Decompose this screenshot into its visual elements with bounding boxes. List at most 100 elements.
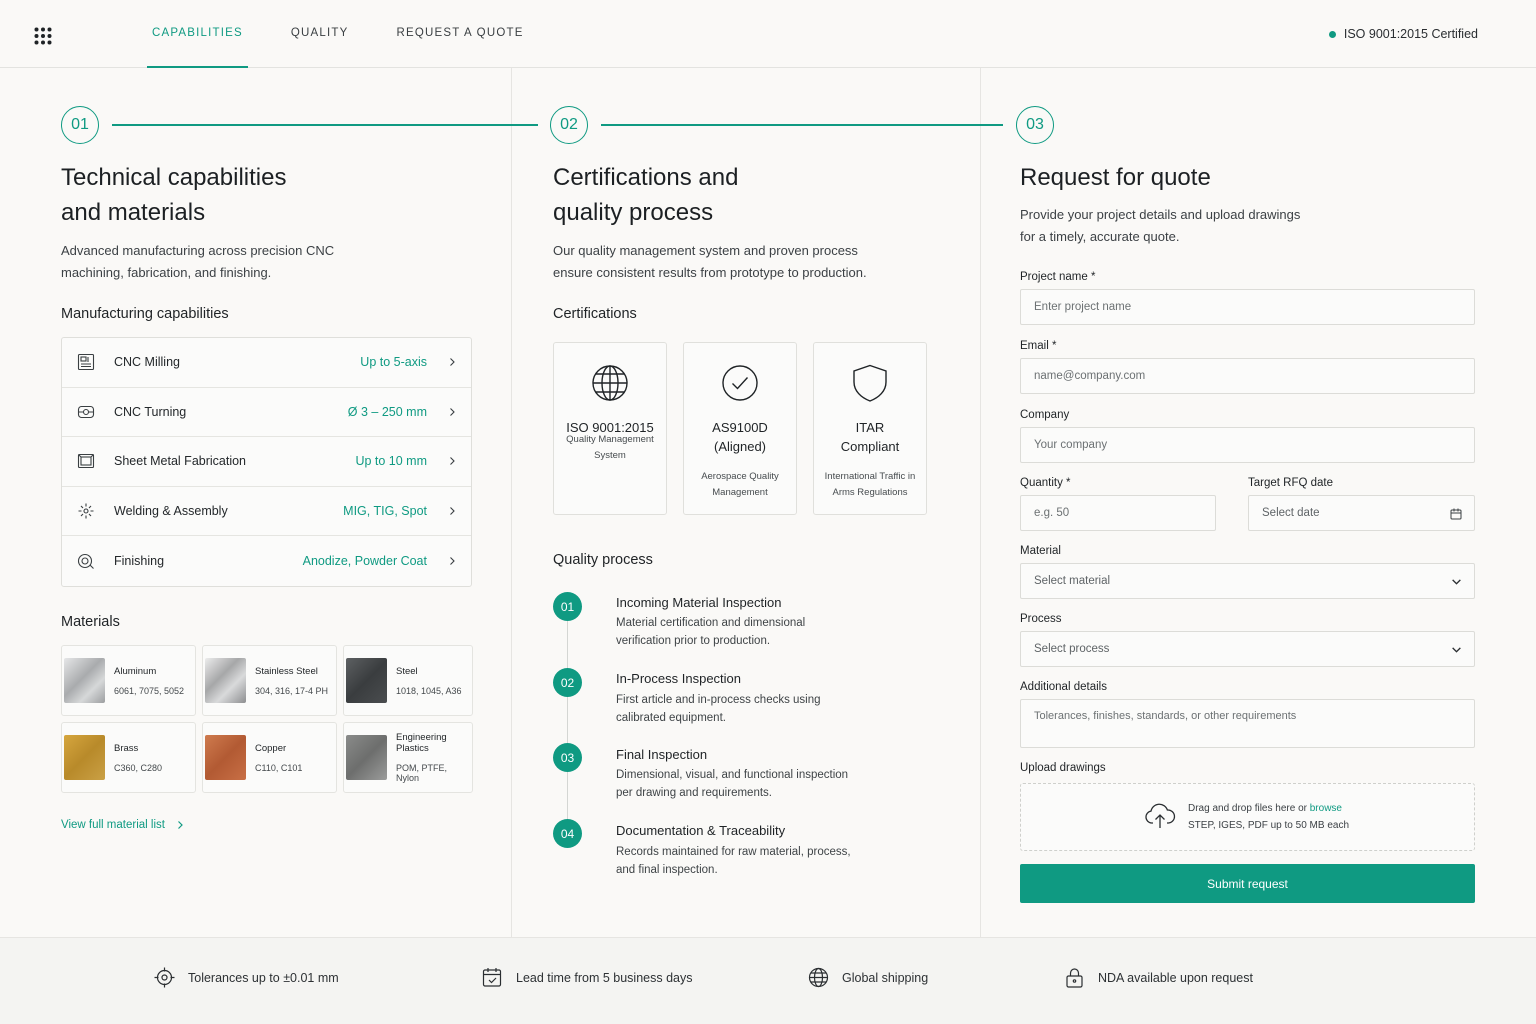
material-select-value: Select material: [1034, 575, 1111, 587]
lathe-icon: [76, 402, 96, 422]
timeline-line: [567, 612, 568, 834]
process-step-description: Dimensional, visual, and functional insp…: [616, 769, 849, 799]
material-brass[interactable]: Brass C360, C280: [61, 722, 196, 793]
capability-cnc-milling[interactable]: CNC Milling Up to 5-axis: [62, 338, 471, 388]
process-step-number: 04: [553, 819, 582, 848]
material-aluminum[interactable]: Aluminum 6061, 7075, 5052: [61, 645, 196, 716]
process-step-description: Material certification and dimensional ve…: [616, 617, 806, 647]
target-date-label: Target RFQ date: [1248, 477, 1334, 489]
material-grades: 1018, 1045, A36: [396, 685, 462, 696]
capability-label: CNC Turning: [114, 404, 187, 419]
certifications-heading: Certifications: [553, 306, 637, 322]
feature-text: Global shipping: [842, 970, 929, 985]
material-name: Engineering Plastics: [396, 732, 447, 754]
upload-text: Drag and drop files here or: [1188, 803, 1310, 814]
process-step-title: Documentation & Traceability: [616, 823, 786, 838]
capability-sheet-metal[interactable]: Sheet Metal Fabrication Up to 10 mm: [62, 437, 471, 487]
materials-heading: Materials: [61, 614, 120, 630]
capabilities-description: Advanced manufacturing across precision …: [61, 240, 401, 284]
material-name: Stainless Steel: [255, 665, 318, 677]
cert-subtitle: Aerospace Quality Management: [701, 471, 779, 498]
target-date-picker[interactable]: Select date: [1248, 495, 1475, 531]
desc-line: ensure consistent results from prototype…: [553, 265, 867, 280]
title-line: Technical capabilities: [61, 164, 287, 191]
desc-line: Our quality management system and proven…: [553, 243, 858, 258]
globe-icon: [592, 365, 628, 401]
material-stainless-steel[interactable]: Stainless Steel 304, 316, 17-4 PH: [202, 645, 337, 716]
capability-spec: Up to 5-axis: [360, 355, 427, 370]
features-footer: Tolerances up to ±0.01 mm Lead time from…: [0, 937, 1536, 1024]
material-swatch: [64, 658, 105, 703]
feature-nda: NDA available upon request: [1064, 967, 1253, 988]
feature-tolerance: Tolerances up to ±0.01 mm: [154, 967, 339, 988]
app-grid-icon[interactable]: [34, 27, 52, 45]
quality-process-heading: Quality process: [553, 552, 653, 568]
step-number-1: 01: [61, 106, 99, 144]
process-step-title: Incoming Material Inspection: [616, 595, 782, 610]
sheet-metal-icon: [76, 451, 96, 471]
column-divider: [980, 68, 981, 937]
material-grades: 304, 316, 17-4 PH: [255, 685, 329, 696]
project-name-input[interactable]: [1020, 289, 1475, 325]
process-step-number: 01: [553, 592, 582, 621]
material-steel[interactable]: Steel 1018, 1045, A36: [343, 645, 473, 716]
email-input[interactable]: [1020, 358, 1475, 394]
chevron-right-icon: [450, 358, 455, 367]
finishing-icon: [76, 551, 96, 571]
project-name-label: Project name *: [1020, 271, 1096, 283]
lock-icon: [1066, 968, 1083, 988]
feature-text: NDA available upon request: [1098, 970, 1253, 985]
view-material-list-link[interactable]: View full material list: [61, 819, 185, 831]
upload-hint: STEP, IGES, PDF up to 50 MB each: [1188, 820, 1350, 831]
capability-spec: Ø 3 – 250 mm: [347, 404, 427, 419]
quality-title: Certifications and quality process: [553, 160, 873, 230]
quantity-label: Quantity *: [1020, 477, 1071, 489]
file-dropzone[interactable]: Drag and drop files here or browse STEP,…: [1020, 783, 1475, 851]
additional-details-textarea[interactable]: [1020, 699, 1475, 748]
nav-quality[interactable]: QUALITY: [286, 0, 354, 68]
welding-icon: [76, 501, 96, 521]
material-grades: 6061, 7075, 5052: [114, 685, 185, 696]
cert-as9100d[interactable]: AS9100D (Aligned) Aerospace Quality Manage…: [683, 342, 797, 515]
capability-label: CNC Milling: [114, 355, 180, 370]
capabilities-title: Technical capabilities and materials: [61, 160, 381, 230]
dropzone-text: Drag and drop files here or browse STEP,…: [1188, 800, 1349, 834]
process-select-value: Select process: [1034, 643, 1110, 655]
material-grades: POM, PTFE, Nylon: [396, 763, 448, 783]
top-header: CAPABILITIES QUALITY REQUEST A QUOTE ISO…: [0, 0, 1536, 68]
crosshair-icon: [154, 967, 175, 988]
material-engineering-plastics[interactable]: Engineering Plastics POM, PTFE, Nylon: [343, 722, 473, 793]
material-copper[interactable]: Copper C110, C101: [202, 722, 337, 793]
process-step-title: In-Process Inspection: [616, 671, 742, 686]
materials-grid: Aluminum 6061, 7075, 5052 Stainless Stee…: [61, 645, 473, 793]
calendar-check-icon: [482, 968, 502, 987]
browse-link[interactable]: browse: [1310, 803, 1342, 814]
process-step-description: Records maintained for raw material, pro…: [616, 846, 851, 876]
quantity-input[interactable]: [1020, 495, 1216, 531]
capability-label: Sheet Metal Fabrication: [114, 454, 247, 469]
globe-icon: [808, 967, 829, 988]
cert-subtitle: Quality Management System: [566, 434, 654, 461]
capability-finishing[interactable]: Finishing Anodize, Powder Coat: [62, 536, 471, 586]
title-line: and materials: [61, 199, 206, 226]
submit-request-button[interactable]: Submit request: [1020, 864, 1475, 903]
capability-welding[interactable]: Welding & Assembly MIG, TIG, Spot: [62, 487, 471, 536]
cert-iso-9001[interactable]: ISO 9001:2015 Quality Management System: [553, 342, 667, 515]
cert-itar[interactable]: ITAR Compliant International Traffic in Ar…: [813, 342, 927, 515]
check-circle-icon: [722, 365, 758, 401]
nav-request-quote[interactable]: REQUEST A QUOTE: [392, 0, 529, 68]
cnc-mill-icon: [76, 352, 96, 372]
main-nav: CAPABILITIES QUALITY REQUEST A QUOTE: [147, 0, 567, 68]
view-link-label: View full material list: [61, 819, 165, 831]
company-input[interactable]: [1020, 427, 1475, 463]
calendar-icon: [1450, 508, 1462, 520]
nav-capabilities[interactable]: CAPABILITIES: [147, 0, 248, 68]
quote-description: Provide your project details and upload …: [1020, 204, 1360, 248]
material-select[interactable]: Select material: [1020, 563, 1475, 599]
title-line: Certifications and: [553, 164, 739, 191]
chevron-right-icon: [450, 556, 455, 565]
chevron-down-icon: [1452, 579, 1461, 585]
company-label: Company: [1020, 409, 1070, 421]
capability-cnc-turning[interactable]: CNC Turning Ø 3 – 250 mm: [62, 388, 471, 437]
process-select[interactable]: Select process: [1020, 631, 1475, 667]
